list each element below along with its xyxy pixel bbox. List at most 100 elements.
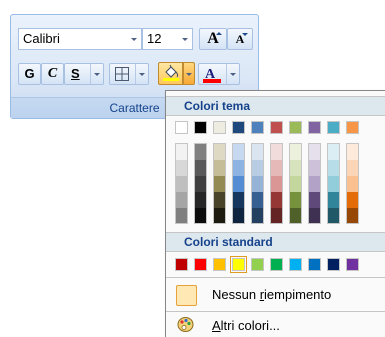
theme-shade-swatch[interactable] xyxy=(347,192,358,208)
theme-shade-swatch[interactable] xyxy=(271,144,282,160)
theme-colors-header: Colori tema xyxy=(166,96,385,116)
theme-shade-swatch[interactable] xyxy=(214,176,225,192)
theme-shade-swatch[interactable] xyxy=(195,144,206,160)
chevron-down-icon xyxy=(230,73,236,76)
font-size-dropdown-arrow[interactable] xyxy=(178,29,192,49)
shrink-font-button[interactable]: A xyxy=(227,28,253,50)
theme-shade-swatch[interactable] xyxy=(347,160,358,176)
standard-color-swatch[interactable] xyxy=(175,258,188,271)
standard-colors-header: Colori standard xyxy=(166,232,385,252)
theme-color-swatch[interactable] xyxy=(270,121,283,134)
theme-shade-swatch[interactable] xyxy=(176,192,187,208)
theme-shade-swatch[interactable] xyxy=(195,176,206,192)
theme-shade-swatch[interactable] xyxy=(309,192,320,208)
standard-color-swatch[interactable] xyxy=(251,258,264,271)
theme-shade-swatch[interactable] xyxy=(328,176,339,192)
fill-color-dropdown-menu: Colori tema Colori standard Nessun riemp… xyxy=(165,90,385,337)
italic-button[interactable]: C xyxy=(41,63,64,85)
theme-shade-swatch[interactable] xyxy=(309,208,320,224)
chevron-down-icon xyxy=(139,73,145,76)
theme-shade-swatch[interactable] xyxy=(252,160,263,176)
theme-shade-swatch[interactable] xyxy=(309,160,320,176)
no-fill-label: Nessun riempimento xyxy=(212,287,332,302)
theme-color-swatch[interactable] xyxy=(232,121,245,134)
borders-dropdown-arrow[interactable] xyxy=(135,64,148,84)
standard-color-swatch[interactable] xyxy=(308,258,321,271)
menu-divider xyxy=(166,311,385,312)
theme-shade-swatch[interactable] xyxy=(347,208,358,224)
theme-shade-swatch[interactable] xyxy=(290,144,301,160)
standard-color-swatch[interactable] xyxy=(232,258,245,271)
theme-shade-swatch[interactable] xyxy=(176,160,187,176)
theme-shade-swatch[interactable] xyxy=(252,208,263,224)
theme-shade-swatch[interactable] xyxy=(214,144,225,160)
theme-shade-swatch[interactable] xyxy=(176,144,187,160)
grow-font-button[interactable]: A xyxy=(199,28,227,50)
theme-shade-swatch[interactable] xyxy=(233,160,244,176)
theme-shade-swatch[interactable] xyxy=(195,208,206,224)
up-arrow-icon xyxy=(216,32,222,35)
theme-shade-swatch[interactable] xyxy=(214,192,225,208)
theme-color-swatch[interactable] xyxy=(289,121,302,134)
theme-shade-swatch[interactable] xyxy=(176,208,187,224)
theme-shade-swatch[interactable] xyxy=(290,192,301,208)
down-arrow-icon xyxy=(242,33,248,36)
standard-color-swatch[interactable] xyxy=(194,258,207,271)
theme-shade-swatch[interactable] xyxy=(328,144,339,160)
theme-shade-swatch[interactable] xyxy=(176,176,187,192)
font-name-combobox[interactable]: Calibri xyxy=(18,28,142,50)
standard-color-swatch[interactable] xyxy=(346,258,359,271)
fill-color-dropdown-arrow[interactable] xyxy=(183,62,195,85)
underline-button[interactable]: S xyxy=(64,63,104,85)
theme-shade-swatch[interactable] xyxy=(290,160,301,176)
menu-divider xyxy=(166,277,385,278)
bold-button[interactable]: G xyxy=(18,63,41,85)
theme-shade-swatch[interactable] xyxy=(347,144,358,160)
theme-color-swatch[interactable] xyxy=(346,121,359,134)
underline-dropdown-arrow[interactable] xyxy=(90,64,103,84)
theme-shade-swatch[interactable] xyxy=(328,192,339,208)
no-fill-menu-item[interactable]: Nessun riempimento xyxy=(167,282,385,309)
theme-shade-swatch[interactable] xyxy=(233,176,244,192)
color-palette-icon xyxy=(177,317,194,332)
theme-shade-swatch[interactable] xyxy=(252,192,263,208)
fill-color-button[interactable] xyxy=(158,62,183,85)
theme-shade-swatch[interactable] xyxy=(271,160,282,176)
theme-shade-swatch[interactable] xyxy=(271,208,282,224)
theme-shade-swatch[interactable] xyxy=(309,144,320,160)
borders-button[interactable] xyxy=(109,63,149,85)
theme-color-swatch[interactable] xyxy=(327,121,340,134)
font-color-button[interactable]: A xyxy=(198,63,240,85)
theme-color-swatch[interactable] xyxy=(194,121,207,134)
theme-color-swatch[interactable] xyxy=(213,121,226,134)
theme-shade-swatch[interactable] xyxy=(214,160,225,176)
theme-shade-swatch[interactable] xyxy=(195,160,206,176)
theme-shade-swatch[interactable] xyxy=(309,176,320,192)
theme-color-swatch[interactable] xyxy=(308,121,321,134)
theme-shade-swatch[interactable] xyxy=(271,192,282,208)
theme-shade-swatch[interactable] xyxy=(233,144,244,160)
theme-shade-swatch[interactable] xyxy=(271,176,282,192)
theme-shade-swatch[interactable] xyxy=(290,208,301,224)
theme-shade-swatch[interactable] xyxy=(214,208,225,224)
theme-color-swatch[interactable] xyxy=(175,121,188,134)
theme-shade-swatch[interactable] xyxy=(290,176,301,192)
theme-shade-swatch[interactable] xyxy=(328,160,339,176)
theme-shade-swatch[interactable] xyxy=(328,208,339,224)
font-name-dropdown-arrow[interactable] xyxy=(127,29,141,49)
theme-shade-swatch[interactable] xyxy=(195,192,206,208)
standard-color-swatch[interactable] xyxy=(213,258,226,271)
theme-shade-swatch[interactable] xyxy=(252,176,263,192)
theme-shade-swatch[interactable] xyxy=(252,144,263,160)
theme-shade-swatch[interactable] xyxy=(347,176,358,192)
more-colors-menu-item[interactable]: Altri colori... xyxy=(167,314,385,337)
font-color-dropdown-arrow[interactable] xyxy=(226,64,239,84)
theme-color-swatch[interactable] xyxy=(251,121,264,134)
theme-shade-swatch[interactable] xyxy=(233,208,244,224)
borders-icon xyxy=(115,67,129,81)
font-size-combobox[interactable]: 12 xyxy=(142,28,193,50)
standard-color-swatch[interactable] xyxy=(289,258,302,271)
standard-color-swatch[interactable] xyxy=(327,258,340,271)
standard-color-swatch[interactable] xyxy=(270,258,283,271)
theme-shade-swatch[interactable] xyxy=(233,192,244,208)
